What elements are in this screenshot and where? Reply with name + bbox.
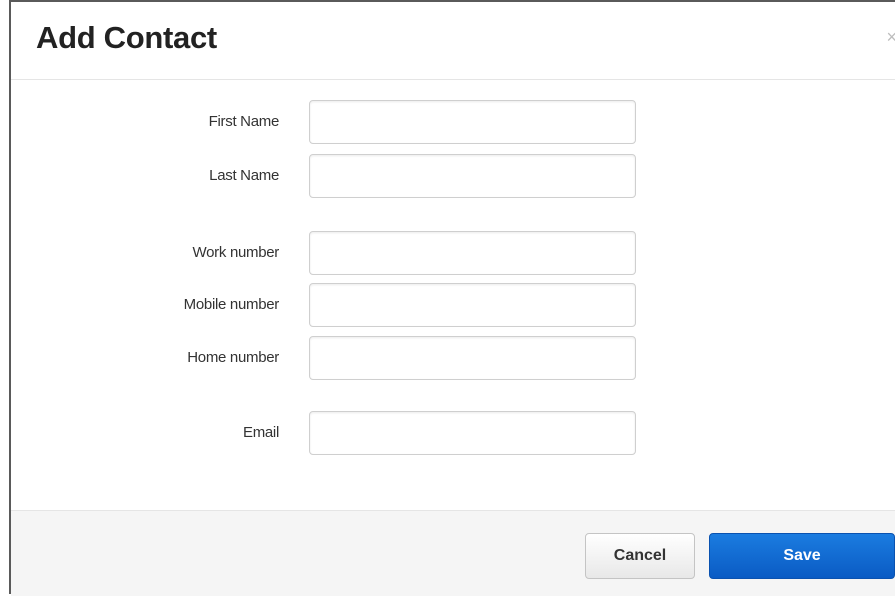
form-row-mobile-number: Mobile number — [11, 283, 895, 327]
last-name-label: Last Name — [209, 167, 279, 184]
form-row-first-name: First Name — [11, 100, 895, 144]
form-row-work-number: Work number — [11, 231, 895, 275]
work-number-label: Work number — [192, 244, 280, 261]
last-name-field[interactable] — [309, 154, 636, 198]
dialog-header: Add Contact × — [11, 2, 895, 80]
email-label: Email — [242, 424, 279, 441]
mobile-number-label: Mobile number — [183, 296, 280, 313]
mobile-number-field[interactable] — [309, 283, 636, 327]
cancel-button[interactable]: Cancel — [585, 533, 695, 579]
form-row-home-number: Home number — [11, 336, 895, 380]
dialog-title: Add Contact — [36, 20, 217, 55]
work-number-field[interactable] — [309, 231, 636, 275]
save-button[interactable]: Save — [709, 533, 895, 579]
form-row-last-name: Last Name — [11, 154, 895, 198]
form-row-email: Email — [11, 411, 895, 455]
home-number-label: Home number — [187, 349, 279, 366]
add-contact-dialog: Add Contact × First Name Last Name Work … — [9, 0, 895, 596]
first-name-field[interactable] — [309, 100, 636, 144]
home-number-field[interactable] — [309, 336, 636, 380]
close-icon[interactable]: × — [886, 28, 895, 46]
dialog-footer: Cancel Save — [11, 510, 895, 596]
first-name-label: First Name — [208, 113, 280, 130]
email-field[interactable] — [309, 411, 636, 455]
